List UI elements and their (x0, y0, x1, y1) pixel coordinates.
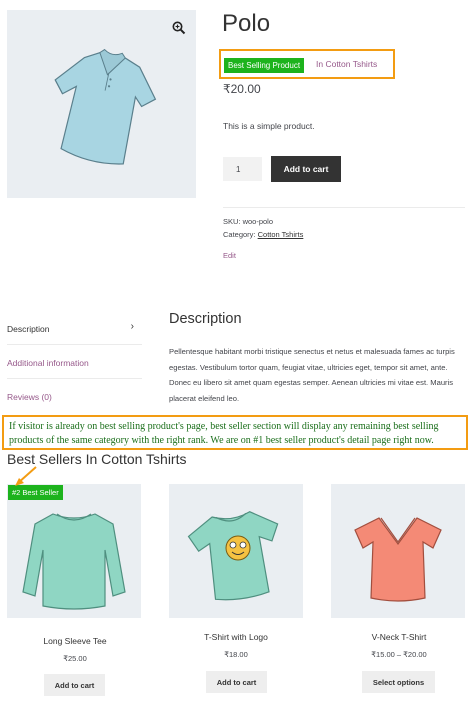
annotation-note: If visitor is already on best selling pr… (2, 415, 468, 450)
product-card-image[interactable] (7, 484, 141, 618)
product-card-title[interactable]: V-Neck T-Shirt (324, 632, 474, 642)
zoom-icon[interactable] (171, 20, 187, 36)
chevron-right-icon: › (130, 321, 134, 332)
divider (223, 207, 465, 208)
add-to-cart-button[interactable]: Add to cart (271, 156, 341, 182)
tab-label: Additional information (7, 358, 89, 368)
tab-label: Description (7, 324, 50, 334)
quantity-input[interactable] (223, 157, 262, 181)
edit-link[interactable]: Edit (223, 251, 236, 260)
badge-category-link[interactable]: In Cotton Tshirts (316, 59, 377, 69)
product-price: ₹20.00 (223, 82, 261, 96)
select-options-button[interactable]: Select options (362, 671, 435, 693)
category-link[interactable]: Cotton Tshirts (258, 230, 304, 239)
short-description: This is a simple product. (223, 121, 315, 131)
product-card-image[interactable] (169, 484, 303, 618)
product-sku: SKU: woo-polo (223, 217, 274, 226)
add-to-cart-button[interactable]: Add to cart (44, 674, 105, 696)
product-title: Polo (222, 10, 271, 37)
product-card-price: ₹18.00 (224, 650, 248, 659)
best-selling-badge: Best Selling Product (224, 58, 305, 73)
tab-description[interactable]: Description › (7, 311, 142, 345)
tab-label: Reviews (0) (7, 392, 52, 402)
tshirt-with-logo-illustration (187, 511, 279, 601)
vneck-tshirt-illustration (354, 517, 442, 602)
long-sleeve-tee-illustration (22, 513, 126, 610)
description-text: Pellentesque habitant morbi tristique se… (169, 347, 455, 403)
product-image[interactable] (7, 10, 196, 198)
annotation-arrow (13, 465, 38, 487)
product-card-price: ₹25.00 (63, 654, 87, 663)
tab-reviews[interactable]: Reviews (0) (7, 379, 142, 413)
category-label: Category: (223, 230, 256, 239)
product-category: Category: Cotton Tshirts (223, 230, 303, 239)
polo-shirt-illustration (54, 48, 157, 165)
rank-badge: #2 Best Seller (8, 485, 63, 500)
description-heading: Description (169, 311, 242, 327)
product-card-image[interactable] (331, 484, 465, 618)
product-card-title[interactable]: T-Shirt with Logo (161, 632, 311, 642)
product-card-title[interactable]: Long Sleeve Tee (0, 636, 150, 646)
add-to-cart-button[interactable]: Add to cart (206, 671, 267, 693)
tab-additional-information[interactable]: Additional information (7, 345, 142, 379)
product-card-price: ₹15.00 – ₹20.00 (371, 650, 427, 659)
